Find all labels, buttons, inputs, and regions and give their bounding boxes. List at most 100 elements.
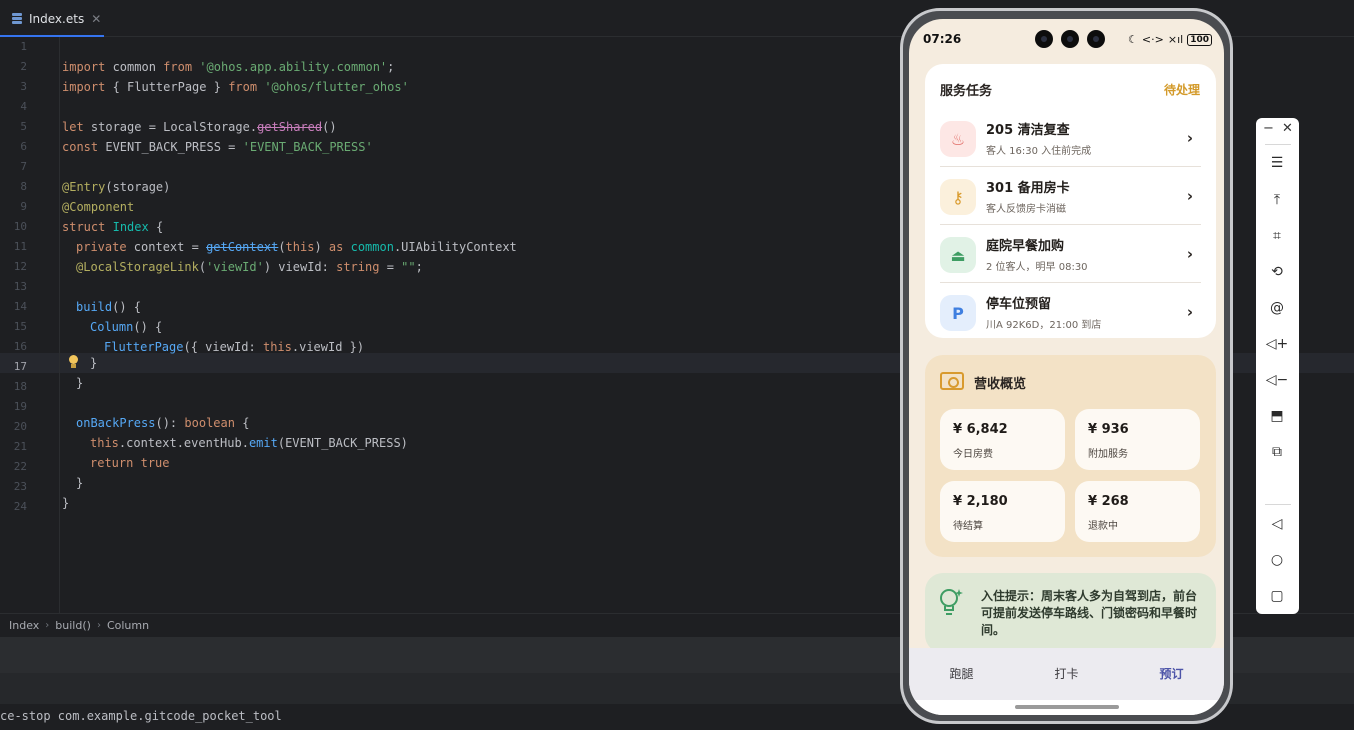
breadcrumb-item[interactable]: build() xyxy=(55,619,91,632)
task-row[interactable]: P 停车位预留川A 92K6D，21:00 到店 › xyxy=(940,283,1201,341)
home-indicator[interactable] xyxy=(909,700,1224,715)
phone-screen: 07:26 ☾ <·> ×ıl 100 服务任务 待处理 ♨ 205 清洁复查 客人… xyxy=(909,19,1224,715)
home-icon[interactable]: ○ xyxy=(1267,550,1287,570)
toolbar-separator xyxy=(1265,144,1291,145)
line-number: 12 xyxy=(13,260,27,273)
close-icon[interactable]: ✕ xyxy=(1282,121,1293,136)
code-line-17: } xyxy=(90,356,98,370)
nav-booking[interactable]: 预订 xyxy=(1119,648,1224,700)
revenue-label: 待结算 xyxy=(953,521,983,532)
code-line-15: Column() { xyxy=(90,320,163,334)
back-icon[interactable]: ◁ xyxy=(1267,514,1287,534)
code-line-6: const EVENT_BACK_PRESS = 'EVENT_BACK_PRE… xyxy=(62,140,373,154)
menu-icon[interactable]: ☰ xyxy=(1267,153,1287,173)
revenue-value: ¥ 6,842 xyxy=(953,422,1008,437)
line-number: 1 xyxy=(20,40,27,53)
file-icon xyxy=(11,12,23,25)
nav-errand[interactable]: 跑腿 xyxy=(909,648,1014,700)
pending-link[interactable]: 待处理 xyxy=(1164,81,1200,98)
line-number: 3 xyxy=(20,80,27,93)
tab-label: Index.ets xyxy=(29,11,85,26)
line-number: 14 xyxy=(13,300,27,313)
line-number: 23 xyxy=(13,480,27,493)
revenue-tile[interactable]: ¥ 268 退款中 xyxy=(1075,481,1200,542)
revenue-tile[interactable]: ¥ 2,180 待结算 xyxy=(940,481,1065,542)
recents-icon[interactable]: ▢ xyxy=(1267,586,1287,606)
code-line-5: let storage = LocalStorage.getShared() xyxy=(62,120,337,134)
crop-icon[interactable]: ⌗ xyxy=(1267,226,1287,246)
camera-icon xyxy=(1035,30,1053,48)
line-number: 17 xyxy=(13,360,27,373)
line-number: 4 xyxy=(20,100,27,113)
screenshot-icon[interactable]: ⬒ xyxy=(1267,406,1287,426)
multi-device-icon[interactable]: ⧉ xyxy=(1267,442,1287,462)
revenue-value: ¥ 268 xyxy=(1088,494,1129,509)
task-row[interactable]: ⚷ 301 备用房卡 客人反馈房卡消磁 › xyxy=(940,167,1201,225)
line-number: 15 xyxy=(13,320,27,333)
chevron-right-icon: › xyxy=(1186,129,1193,147)
phone-frame: 07:26 ☾ <·> ×ıl 100 服务任务 待处理 ♨ 205 清洁复查 客人… xyxy=(900,8,1233,724)
chevron-right-icon: › xyxy=(1186,303,1193,321)
breadcrumb-item[interactable]: Index xyxy=(9,619,39,632)
lightbulb-icon xyxy=(940,589,963,615)
status-icons: ☾ <·> ×ıl 100 xyxy=(1128,33,1212,46)
task-title: 庭院早餐加购 xyxy=(986,239,1065,254)
section-title: 营收概览 xyxy=(974,377,1027,392)
line-number: 24 xyxy=(13,500,27,513)
emulator-window-controls: − ✕ xyxy=(1256,118,1299,144)
code-line-10: struct Index { xyxy=(62,220,164,234)
volume-up-icon[interactable]: ◁+ xyxy=(1266,334,1289,354)
battery-icon: 100 xyxy=(1187,33,1212,46)
parking-icon: P xyxy=(940,295,976,331)
checkin-tip-card: 入住提示：周末客人多为自驾到店，前台可提前发送停车路线、门锁密码和早餐时间。 xyxy=(925,573,1216,653)
task-row[interactable]: ⏏ 庭院早餐加购 2 位客人，明早 08:30 › xyxy=(940,225,1201,283)
close-icon[interactable]: ✕ xyxy=(91,12,101,26)
moon-icon: ☾ xyxy=(1128,33,1138,46)
chevron-right-icon: › xyxy=(1186,245,1193,263)
line-number: 18 xyxy=(13,380,27,393)
task-title: 停车位预留 xyxy=(986,297,1052,312)
code-line-3: import { FlutterPage } from '@ohos/flutt… xyxy=(62,80,409,94)
code-line-18: } xyxy=(76,376,84,390)
revenue-value: ¥ 936 xyxy=(1088,422,1129,437)
revenue-tile[interactable]: ¥ 6,842 今日房费 xyxy=(940,409,1065,470)
minimize-icon[interactable]: − xyxy=(1263,121,1274,136)
volume-down-icon[interactable]: ◁− xyxy=(1266,370,1289,390)
task-subtitle: 客人反馈房卡消磁 xyxy=(986,204,1066,215)
service-tasks-card: 服务任务 待处理 ♨ 205 清洁复查 客人 16:30 入住前完成 › ⚷ 301 备用… xyxy=(925,64,1216,338)
line-number: 16 xyxy=(13,340,27,353)
line-number: 10 xyxy=(13,220,27,233)
line-number: 20 xyxy=(13,420,27,433)
code-line-8: @Entry(storage) xyxy=(62,180,171,194)
code-line-14: build() { xyxy=(76,300,142,314)
breadcrumb-item[interactable]: Column xyxy=(107,619,149,632)
task-subtitle: 川A 92K6D，21:00 到店 xyxy=(986,320,1102,331)
key-icon: ⚷ xyxy=(940,179,976,215)
line-number: 13 xyxy=(13,280,27,293)
at-icon[interactable]: @ xyxy=(1267,298,1287,318)
line-number: 19 xyxy=(13,400,27,413)
revenue-tile[interactable]: ¥ 936 附加服务 xyxy=(1075,409,1200,470)
signal-icon: ×ıl xyxy=(1167,33,1184,46)
tip-text: 入住提示：周末客人多为自驾到店，前台可提前发送停车路线、门锁密码和早餐时间。 xyxy=(981,589,1198,637)
breadcrumb-separator: › xyxy=(45,620,50,631)
breadcrumb-separator: › xyxy=(96,620,101,631)
status-time: 07:26 xyxy=(923,32,962,46)
code-line-23: } xyxy=(76,476,84,490)
task-title: 301 备用房卡 xyxy=(986,181,1070,196)
line-number: 22 xyxy=(13,460,27,473)
code-line-22: return true xyxy=(90,456,170,470)
lightbulb-icon[interactable] xyxy=(68,355,78,369)
toolbar-separator xyxy=(1265,504,1291,505)
code-line-9: @Component xyxy=(62,200,135,214)
task-subtitle: 2 位客人，明早 08:30 xyxy=(986,262,1088,273)
code-line-20: onBackPress(): boolean { xyxy=(76,416,250,430)
camera-icon xyxy=(1061,30,1079,48)
rotate-icon[interactable]: ⟲ xyxy=(1267,262,1287,282)
line-number: 8 xyxy=(20,180,27,193)
tab-index-ets[interactable]: Index.ets ✕ xyxy=(0,0,104,38)
task-row[interactable]: ♨ 205 清洁复查 客人 16:30 入住前完成 › xyxy=(940,109,1201,167)
pin-top-icon[interactable]: ⤒ xyxy=(1267,190,1287,210)
nav-clock-in[interactable]: 打卡 xyxy=(1014,648,1119,700)
task-title: 205 清洁复查 xyxy=(986,123,1070,138)
